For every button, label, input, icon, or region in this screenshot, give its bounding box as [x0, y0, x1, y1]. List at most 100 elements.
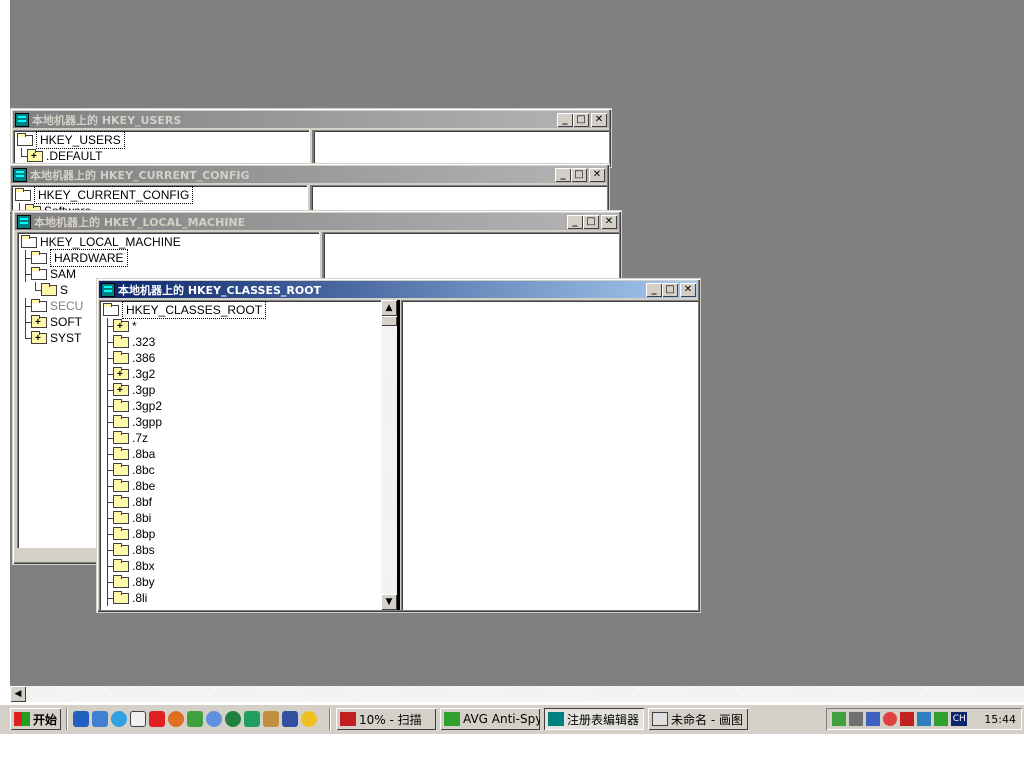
scroll-left-button[interactable]: ◀ [10, 686, 26, 702]
close-button[interactable]: ✕ [589, 167, 605, 182]
firefox-icon[interactable] [168, 711, 185, 727]
tree-item[interactable]: .8by [103, 574, 266, 590]
title-bar[interactable]: 本地机器上的 HKEY_USERS _ □ ✕ [13, 111, 609, 128]
tree-pane[interactable]: HKEY_CLASSES_ROOT*.323.386.3g2.3gp.3gp2.… [99, 300, 381, 610]
tree-item[interactable]: .8be [103, 478, 266, 494]
scroll-down-button[interactable]: ▼ [381, 594, 397, 610]
window-hkey-classes-root[interactable]: 本地机器上的 HKEY_CLASSES_ROOT _ □ ✕ HKEY_CLAS… [96, 278, 701, 613]
avg-icon[interactable] [934, 712, 949, 726]
window-hkey-users[interactable]: 本地机器上的 HKEY_USERS _ □ ✕ HKEY_USERS .DEFA… [10, 108, 612, 170]
window-hkey-current-config[interactable]: 本地机器上的 HKEY_CURRENT_CONFIG _ □ ✕ HKEY_CU… [10, 163, 610, 215]
tree-item[interactable]: .3gp2 [103, 398, 266, 414]
tree-item[interactable]: .3gpp [103, 414, 266, 430]
tree-item[interactable]: .DEFAULT [17, 148, 125, 165]
tree-item[interactable]: .8bp [103, 526, 266, 542]
horizontal-scrollbar[interactable]: ◀ [10, 686, 1024, 702]
open-folder-icon [31, 266, 47, 280]
window-title: 本地机器上的 HKEY_USERS [32, 113, 182, 127]
tree-item[interactable]: .8li [103, 590, 266, 606]
task-avg-anti-spy[interactable]: AVG Anti-Spy... [440, 708, 540, 730]
tree-item[interactable]: .8bi [103, 510, 266, 526]
language-indicator[interactable]: CH [951, 712, 968, 726]
tree-item[interactable]: .3g2 [103, 366, 266, 383]
tree-item[interactable]: .8ba [103, 446, 266, 462]
close-button[interactable]: ✕ [601, 214, 617, 229]
tree-item[interactable]: .3gp [103, 382, 266, 399]
folder-icon [31, 330, 47, 347]
volume-icon[interactable] [849, 712, 864, 726]
clock-icon[interactable] [244, 711, 261, 727]
mdi-client-area: 本地机器上的 HKEY_USERS _ □ ✕ HKEY_USERS .DEFA… [10, 0, 1024, 686]
maximize-button[interactable]: □ [662, 282, 678, 297]
folder-icon [27, 148, 43, 165]
app-icon[interactable] [883, 712, 898, 726]
start-button[interactable]: 开始 [10, 708, 61, 730]
tree-item[interactable]: .8bc [103, 462, 266, 478]
task-registry-editor[interactable]: 注册表编辑器 [544, 708, 645, 730]
folder-icon [113, 558, 129, 572]
close-button[interactable]: ✕ [591, 112, 607, 127]
folder-icon [113, 478, 129, 492]
tree-root[interactable]: HKEY_LOCAL_MACHINE [21, 234, 181, 250]
maximize-button[interactable]: □ [583, 214, 599, 229]
folder-icon [113, 398, 129, 412]
ie-icon[interactable] [73, 711, 90, 727]
tree-item[interactable]: HARDWARE [21, 249, 181, 267]
connection-icon[interactable] [866, 712, 881, 726]
folder-icon [31, 298, 47, 312]
title-bar[interactable]: 本地机器上的 HKEY_LOCAL_MACHINE _ □ ✕ [15, 213, 619, 230]
folder-icon [113, 430, 129, 444]
task-kaspersky-scan[interactable]: 10% - 扫描 [336, 708, 436, 730]
clock[interactable]: 15:44 [984, 713, 1016, 726]
scroll-up-button[interactable]: ▲ [381, 300, 397, 316]
title-bar[interactable]: 本地机器上的 HKEY_CLASSES_ROOT _ □ ✕ [99, 281, 698, 298]
media-player-icon[interactable] [225, 711, 242, 727]
minimize-button[interactable]: _ [567, 214, 583, 229]
app-icon[interactable] [263, 711, 280, 727]
vertical-scrollbar[interactable]: ▲ ▼ [381, 300, 397, 610]
regedit-icon [17, 214, 31, 229]
folder-icon [113, 366, 129, 383]
minimize-button[interactable]: _ [646, 282, 662, 297]
tree-root[interactable]: HKEY_CLASSES_ROOT [103, 301, 267, 319]
chat-icon[interactable] [206, 711, 223, 727]
task-paint[interactable]: 未命名 - 画图 [648, 708, 748, 730]
open-folder-icon [103, 302, 119, 316]
minimize-button[interactable]: _ [555, 167, 571, 182]
smiley-icon[interactable] [301, 711, 318, 727]
app-icon[interactable] [187, 711, 204, 727]
skype-icon[interactable] [111, 711, 128, 727]
tree-item[interactable]: .323 [103, 334, 266, 350]
calculator-icon[interactable] [282, 711, 299, 727]
search-icon[interactable] [92, 711, 109, 727]
tree-item[interactable]: .8bf [103, 494, 266, 510]
title-bar[interactable]: 本地机器上的 HKEY_CURRENT_CONFIG _ □ ✕ [11, 166, 607, 183]
folder-icon [113, 494, 129, 508]
tree-item[interactable]: .8bs [103, 542, 266, 558]
app-icon[interactable] [149, 711, 166, 727]
close-button[interactable]: ✕ [680, 282, 696, 297]
windows-logo-icon [14, 712, 30, 726]
minimize-button[interactable]: _ [557, 112, 573, 127]
regedit-icon [548, 712, 565, 726]
paint-icon [652, 712, 669, 726]
maximize-button[interactable]: □ [573, 112, 589, 127]
user-icon[interactable] [917, 712, 932, 726]
tree-item[interactable]: * [103, 318, 266, 335]
folder-icon [113, 446, 129, 460]
tree-item[interactable]: .386 [103, 350, 266, 366]
maximize-button[interactable]: □ [571, 167, 587, 182]
network-icon[interactable] [832, 712, 847, 726]
folder-icon [113, 318, 129, 335]
values-pane[interactable] [401, 300, 698, 610]
folder-icon [41, 282, 57, 296]
tree-item[interactable]: .8bx [103, 558, 266, 574]
tree-root[interactable]: HKEY_USERS [17, 131, 125, 149]
scroll-thumb[interactable] [381, 316, 397, 326]
tree-root[interactable]: HKEY_CURRENT_CONFIG [15, 186, 194, 204]
kaspersky-icon[interactable] [900, 712, 915, 726]
folder-icon [113, 350, 129, 364]
tree-item[interactable]: .7z [103, 430, 266, 446]
notepad-icon[interactable] [130, 711, 147, 727]
splitter[interactable] [397, 300, 400, 610]
